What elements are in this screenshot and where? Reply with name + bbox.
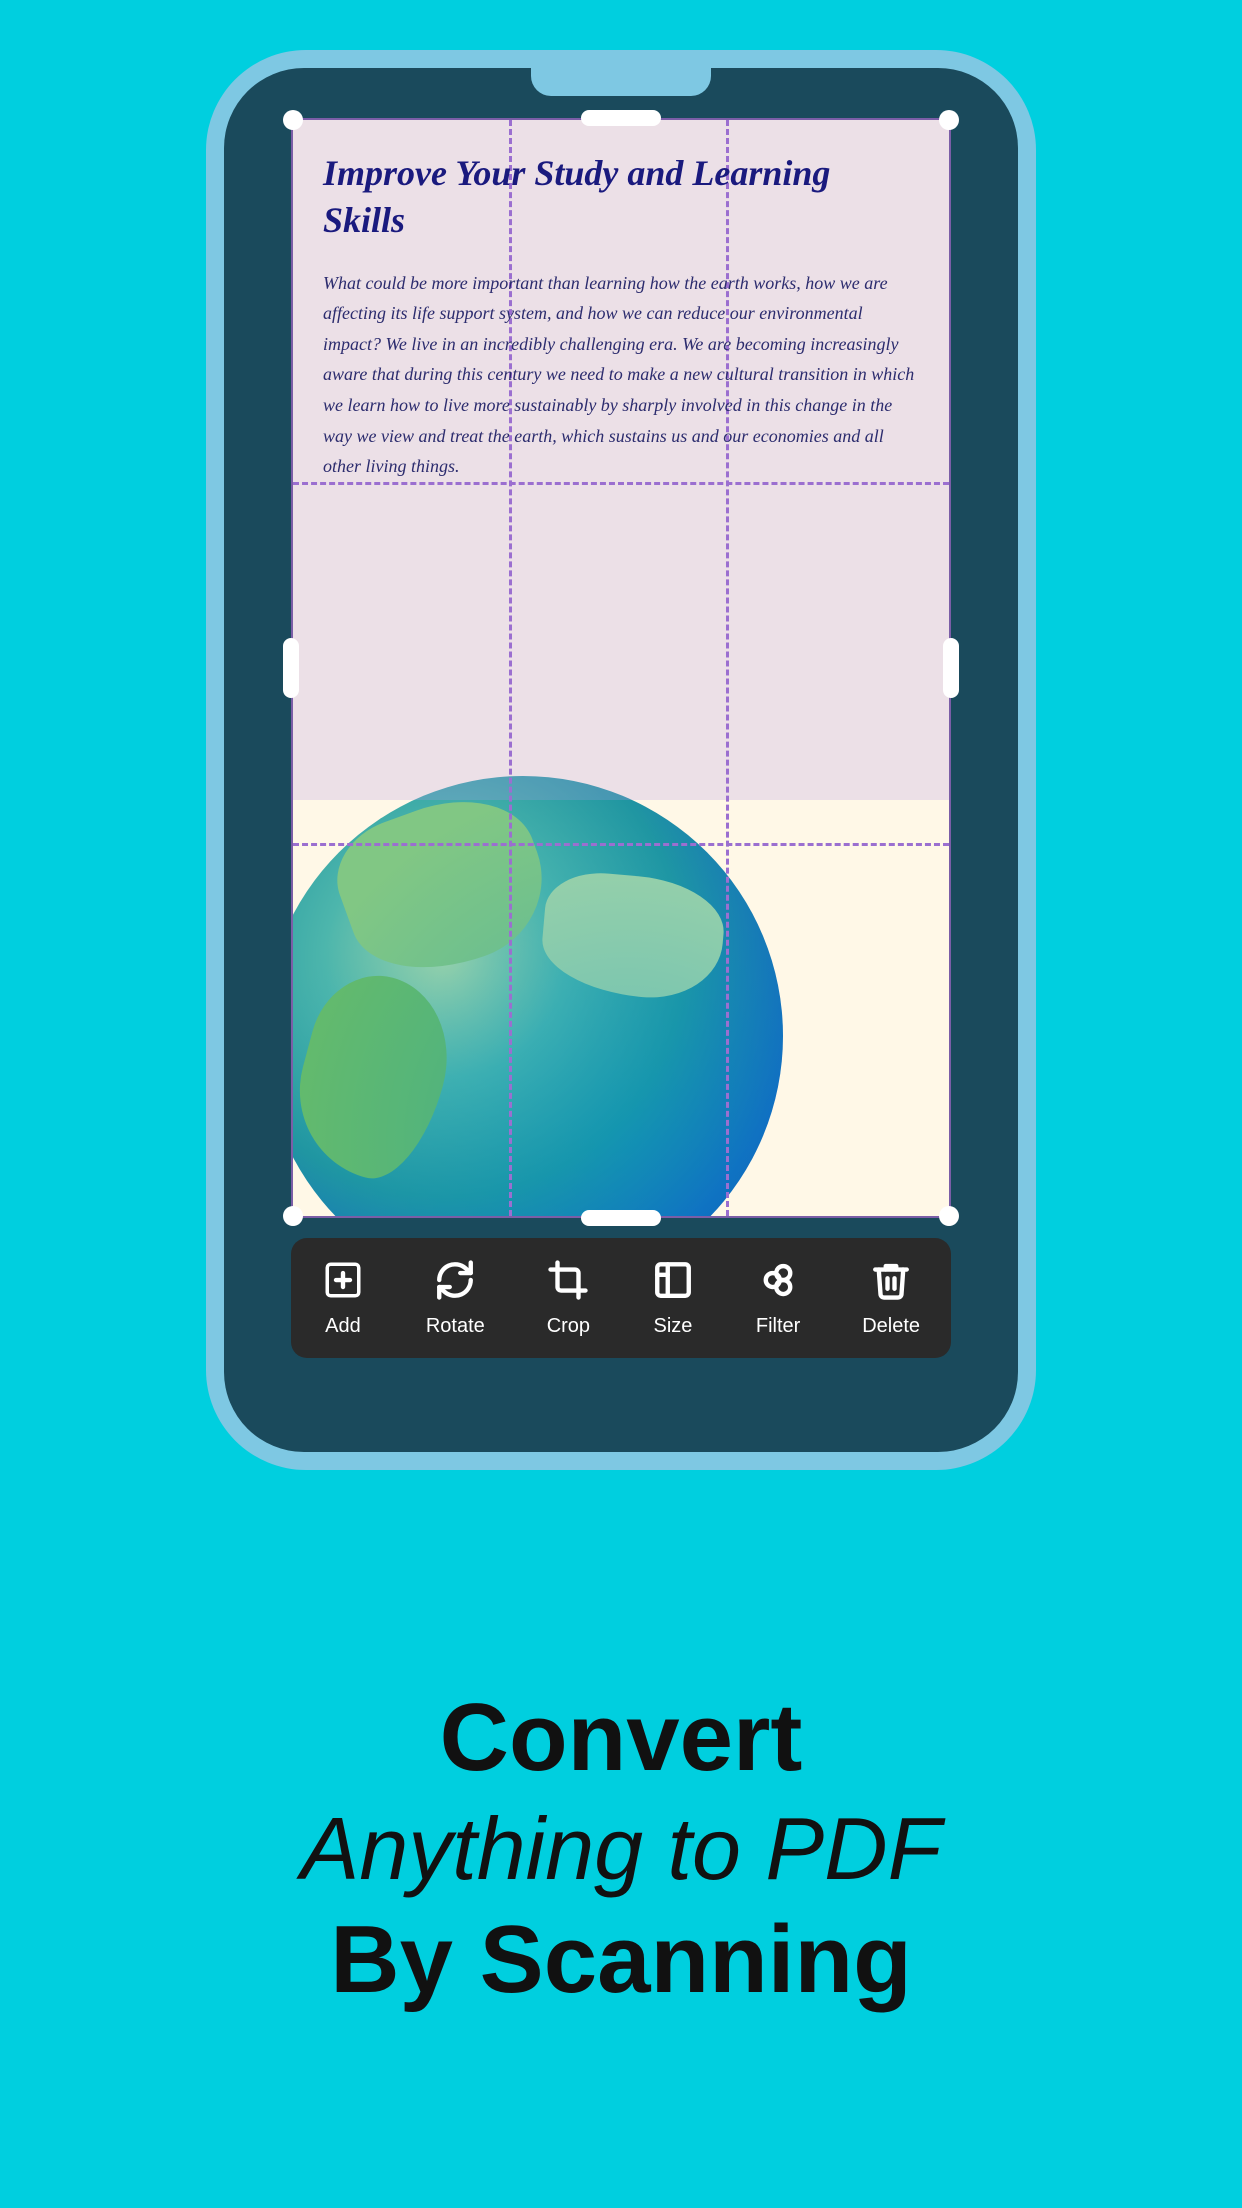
toolbar-item-add[interactable]: Add	[322, 1259, 364, 1338]
toolbar-item-filter[interactable]: Filter	[756, 1259, 800, 1338]
notch	[531, 68, 711, 96]
globe-image	[291, 776, 783, 1218]
document-body: What could be more important than learni…	[323, 268, 919, 482]
doc-text-area: Improve Your Study and Learning Skills W…	[293, 120, 949, 492]
delete-label: Delete	[862, 1315, 920, 1338]
add-label: Add	[325, 1315, 361, 1338]
corner-handle-tr[interactable]	[939, 110, 959, 130]
add-icon	[322, 1259, 364, 1307]
document-title: Improve Your Study and Learning Skills	[323, 150, 919, 244]
document-card: Improve Your Study and Learning Skills W…	[291, 118, 951, 1218]
toolbar-item-size[interactable]: Size	[652, 1259, 694, 1338]
convert-title: Convert	[440, 1685, 803, 1791]
convert-by: By Scanning	[330, 1907, 911, 2013]
rotate-icon	[434, 1259, 476, 1307]
toolbar: Add Rotate	[291, 1238, 951, 1358]
toolbar-item-crop[interactable]: Crop	[547, 1259, 590, 1338]
toolbar-item-delete[interactable]: Delete	[862, 1259, 920, 1338]
screen-content: Improve Your Study and Learning Skills W…	[224, 68, 1018, 1452]
bottom-section: Convert Anything to PDF By Scanning	[0, 1490, 1242, 2208]
toolbar-item-rotate[interactable]: Rotate	[426, 1259, 485, 1338]
corner-handle-bl[interactable]	[283, 1206, 303, 1226]
crop-label: Crop	[547, 1315, 590, 1338]
rotate-label: Rotate	[426, 1315, 485, 1338]
edge-handle-bottom[interactable]	[581, 1210, 661, 1226]
phone-wrapper: Improve Your Study and Learning Skills W…	[0, 0, 1242, 1490]
edge-handle-top[interactable]	[581, 110, 661, 126]
phone-outer: Improve Your Study and Learning Skills W…	[206, 50, 1036, 1470]
document-area: Improve Your Study and Learning Skills W…	[291, 118, 951, 1218]
edge-handle-left[interactable]	[283, 638, 299, 698]
dashed-line-h2	[293, 843, 949, 846]
corner-handle-tl[interactable]	[283, 110, 303, 130]
convert-subtitle: Anything to PDF	[301, 1801, 942, 1898]
filter-label: Filter	[756, 1315, 800, 1338]
phone-screen: Improve Your Study and Learning Skills W…	[224, 68, 1018, 1452]
corner-handle-br[interactable]	[939, 1206, 959, 1226]
size-label: Size	[654, 1315, 693, 1338]
edge-handle-right[interactable]	[943, 638, 959, 698]
filter-icon	[757, 1259, 799, 1307]
delete-icon	[870, 1259, 912, 1307]
size-icon	[652, 1259, 694, 1307]
crop-icon	[547, 1259, 589, 1307]
